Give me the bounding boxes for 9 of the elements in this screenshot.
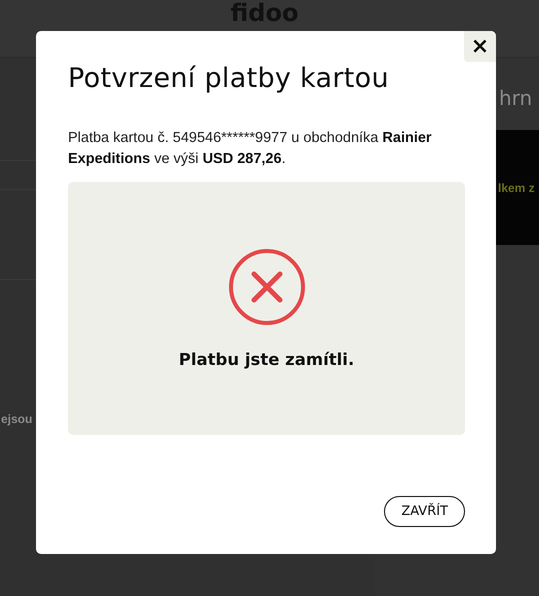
- result-message: Platbu jste zamítli.: [178, 350, 354, 369]
- close-dialog-button[interactable]: ZAVŘÍT: [384, 496, 465, 527]
- declined-icon: [228, 248, 306, 326]
- banner-text: lkem z: [498, 180, 535, 194]
- dialog-title: Potvrzení platby kartou: [68, 63, 390, 94]
- page-heading: hrn: [499, 86, 532, 112]
- page-text: ejsou: [1, 412, 32, 426]
- payment-message: Platba kartou č. 549546******9977 u obchodníka Rainier Expeditions ve výši USD 287,26.: [68, 129, 433, 169]
- close-button[interactable]: ×: [464, 31, 496, 62]
